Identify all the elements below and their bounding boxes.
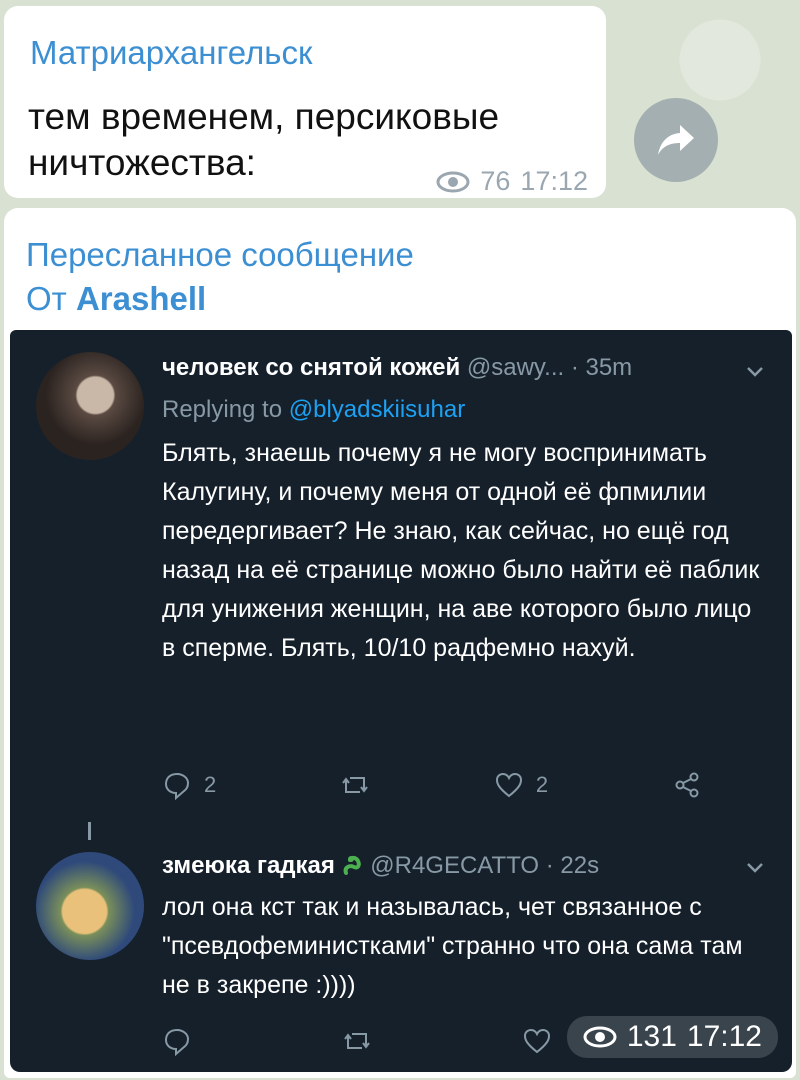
forwarded-title: Пересланное сообщение (26, 236, 414, 273)
tweet-author-name: змеюка гадкая (162, 852, 335, 879)
tweet-screenshot[interactable]: человек со снятой кожей @sawy... · 35m R… (10, 330, 792, 1072)
channel-name[interactable]: Матриархангельск (30, 34, 312, 72)
thread-connector (88, 822, 91, 840)
like-action: 2 (494, 770, 548, 800)
replying-to: Replying to @blyadskiisuhar (162, 396, 465, 424)
share-tweet-action (672, 770, 702, 800)
tweet-author-handle: @R4GECATTO (370, 852, 540, 879)
forwarded-from[interactable]: От Arashell (26, 280, 206, 318)
like-icon (495, 772, 522, 798)
tweet-age: · 22s (545, 852, 600, 879)
chevron-down-icon (747, 863, 763, 873)
eye-icon (436, 171, 470, 192)
forwarded-from-prefix: От (26, 280, 67, 317)
replying-prefix: Replying to (162, 396, 283, 423)
channel-message-bubble[interactable]: Матриархангельск тем временем, персиковы… (4, 6, 606, 198)
tweet-author-handle: @sawy... (466, 354, 565, 381)
tweet-author-name: человек со снятой кожей (162, 354, 461, 381)
reply-icon (164, 772, 190, 800)
tweet-header: змеюка гадкая @R4GECATTO · 22s (162, 852, 599, 880)
reply-count: 2 (204, 772, 217, 797)
avatar (36, 352, 144, 460)
reply-action: 2 (162, 770, 216, 800)
reply-icon (164, 1028, 190, 1056)
retweet-icon (342, 777, 368, 793)
tweet-age: · 35m (570, 354, 633, 381)
chevron-down-icon (747, 367, 763, 377)
message-time: 17:12 (686, 1020, 762, 1053)
forwarded-from-name[interactable]: Arashell (76, 280, 206, 317)
tweet-actions: 2 2 (162, 770, 702, 800)
tweet-text: Блять, знаешь почему я не могу восприним… (162, 439, 760, 662)
share-tweet-icon (675, 772, 699, 798)
tweet-header: человек со снятой кожей @sawy... · 35m (162, 354, 632, 382)
reply-action (162, 1026, 192, 1056)
message-time: 17:12 (520, 166, 588, 196)
forwarded-meta: 131 17:12 (566, 1016, 778, 1058)
like-action (522, 1026, 552, 1056)
retweet-icon (344, 1033, 370, 1049)
like-count: 2 (535, 772, 549, 797)
share-icon (658, 125, 694, 155)
retweet-action (340, 770, 370, 800)
avatar (36, 852, 144, 960)
replying-handle: @blyadskiisuhar (288, 396, 466, 423)
snake-emoji-icon (343, 855, 361, 875)
view-count: 131 (626, 1020, 677, 1053)
view-count: 76 (480, 166, 511, 196)
tweet-text: лол она кст так и называлась, чет связан… (162, 893, 743, 999)
share-button[interactable] (634, 98, 718, 182)
eye-icon (583, 1026, 617, 1048)
message-meta: 76 17:12 (436, 166, 588, 197)
retweet-action (342, 1026, 372, 1056)
like-icon (523, 1028, 551, 1054)
